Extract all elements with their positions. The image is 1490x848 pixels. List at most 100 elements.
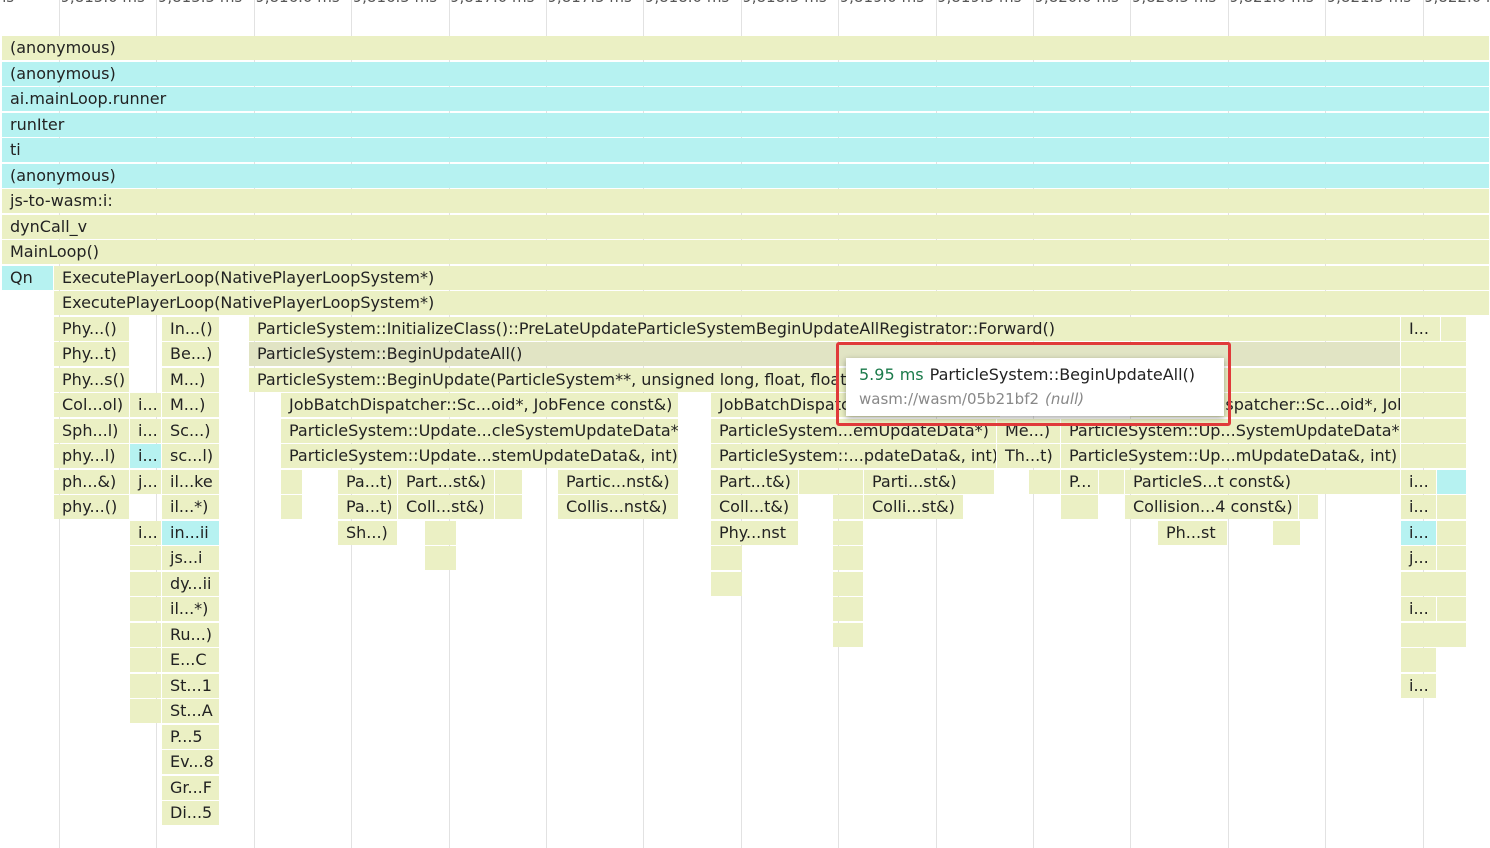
flame-frame[interactable] [130,623,162,647]
flame-frame[interactable]: ExecutePlayerLoop(NativePlayerLoopSystem… [54,291,1490,315]
flame-frame[interactable]: JobBatchDispatcher::Sc...oid*, JobFence … [281,393,679,417]
flame-frame[interactable] [1437,597,1467,621]
flame-frame[interactable]: M...) [162,393,220,417]
flame-frame[interactable] [833,572,864,596]
flame-frame[interactable]: Pa...t) [338,495,398,519]
flame-frame[interactable]: j... [130,470,162,494]
flame-frame[interactable]: ExecutePlayerLoop(NativePlayerLoopSystem… [54,266,1490,290]
flame-frame[interactable] [281,495,303,519]
flame-frame[interactable]: js-to-wasm:i: [2,189,1490,213]
flame-frame[interactable]: ParticleSystem::Up...SystemUpdateData*) [1061,419,1401,443]
flame-frame[interactable] [130,699,162,723]
flame-frame[interactable] [1401,342,1467,366]
flame-frame[interactable]: St...1 [162,674,220,698]
flame-frame[interactable]: dynCall_v [2,215,1490,239]
flame-frame[interactable]: Colli...st&) [864,495,964,519]
flame-frame[interactable]: ParticleSystem::InitializeClass()::PreLa… [249,317,1401,341]
flame-frame[interactable] [1029,470,1061,494]
flame-frame[interactable]: i... [1401,521,1437,545]
flame-frame[interactable]: j... [1401,546,1437,570]
flame-frame[interactable]: Partic...nst&) [558,470,679,494]
flame-frame[interactable]: Phy...t) [54,342,130,366]
flame-frame[interactable]: i... [1401,597,1437,621]
flame-frame[interactable]: i... [130,393,162,417]
flame-frame[interactable]: Be...) [162,342,220,366]
flame-frame[interactable]: Phy...s() [54,368,130,392]
flame-frame[interactable]: Qn [2,266,54,290]
flame-frame[interactable] [711,546,743,570]
flame-frame[interactable] [425,521,457,545]
flame-frame[interactable] [1437,546,1467,570]
flame-frame[interactable]: (anonymous) [2,36,1490,60]
flame-frame[interactable] [1401,419,1467,443]
flame-frame[interactable]: Parti...st&) [864,470,995,494]
flame-frame[interactable]: js...i [162,546,220,570]
flame-frame[interactable]: Phy...() [54,317,130,341]
flame-frame[interactable]: (anonymous) [2,164,1490,188]
flame-frame[interactable]: i... [1401,495,1437,519]
flame-frame[interactable]: ParticleSystem...emUpdateData*) [711,419,997,443]
flame-frame[interactable]: ParticleSystem::Update...stemUpdateData&… [281,444,679,468]
flame-frame[interactable] [833,623,864,647]
flame-frame[interactable] [130,597,162,621]
flame-frame[interactable] [1401,368,1467,392]
flame-frame[interactable] [1401,393,1467,417]
flame-frame[interactable]: sc...l) [162,444,220,468]
flame-frame[interactable]: ParticleSystem::...pdateData&, int) [711,444,997,468]
flame-frame[interactable] [833,597,864,621]
flame-frame[interactable] [1401,623,1467,647]
flame-frame[interactable] [833,495,864,519]
flame-frame[interactable]: ph...&) [54,470,130,494]
flame-frame[interactable]: Collision...4 const&) [1125,495,1299,519]
flame-frame[interactable]: i... [1401,674,1437,698]
flame-frame[interactable] [711,572,743,596]
flame-frame[interactable] [1441,317,1467,341]
flame-frame[interactable]: ParticleSystem::BeginUpdateAll() [249,342,1401,366]
flame-frame[interactable]: i... [130,419,162,443]
flame-frame[interactable]: Ru...) [162,623,220,647]
flame-frame[interactable]: M...) [162,368,220,392]
flame-frame[interactable]: il...*) [162,495,220,519]
flame-frame[interactable]: Sc...) [162,419,220,443]
flame-frame[interactable]: phy...() [54,495,130,519]
flame-frame[interactable]: i... [130,521,162,545]
flame-frame[interactable] [130,674,162,698]
flame-frame[interactable] [1299,495,1319,519]
flame-frame[interactable]: Sh...) [338,521,398,545]
flame-frame[interactable]: Di...5 [162,801,220,825]
flame-frame[interactable] [1437,470,1467,494]
flame-frame[interactable]: P...5 [162,725,220,749]
flame-frame[interactable]: Col...ol) [54,393,130,417]
flame-frame[interactable]: MainLoop() [2,240,1490,264]
flame-frame[interactable] [130,572,162,596]
flame-frame[interactable] [1437,521,1467,545]
flame-frame[interactable]: il...*) [162,597,220,621]
flame-frame[interactable]: dy...ii [162,572,220,596]
flame-frame[interactable]: ParticleSystem::Up...mUpdateData&, int) [1061,444,1401,468]
flame-frame[interactable] [495,470,523,494]
flame-frame[interactable] [833,521,864,545]
flame-frame[interactable] [799,470,864,494]
flame-frame[interactable] [130,648,162,672]
flame-frame[interactable] [1401,648,1437,672]
flame-frame[interactable]: ParticleSystem::Update...cleSystemUpdate… [281,419,679,443]
flame-frame[interactable] [1099,470,1125,494]
flame-frame[interactable] [833,546,864,570]
flame-frame[interactable] [1273,521,1301,545]
flame-frame[interactable]: Coll...st&) [398,495,495,519]
flame-frame[interactable]: runIter [2,113,1490,137]
flame-frame[interactable]: i... [130,444,162,468]
flame-frame[interactable]: Me...) [997,419,1061,443]
flame-frame[interactable] [1401,444,1467,468]
flame-frame[interactable] [425,546,457,570]
flame-frame[interactable]: ai.mainLoop.runner [2,87,1490,111]
flame-frame[interactable]: Sph...l) [54,419,130,443]
flame-frame[interactable] [1437,495,1467,519]
flame-frame[interactable]: In...() [162,317,220,341]
flame-frame[interactable] [1401,572,1467,596]
flame-frame[interactable] [281,470,303,494]
flame-frame[interactable]: i... [1401,470,1437,494]
flame-frame[interactable]: Ev...8 [162,750,220,774]
flame-frame[interactable]: ParticleS...t const&) [1125,470,1401,494]
flame-frame[interactable] [1061,495,1099,519]
